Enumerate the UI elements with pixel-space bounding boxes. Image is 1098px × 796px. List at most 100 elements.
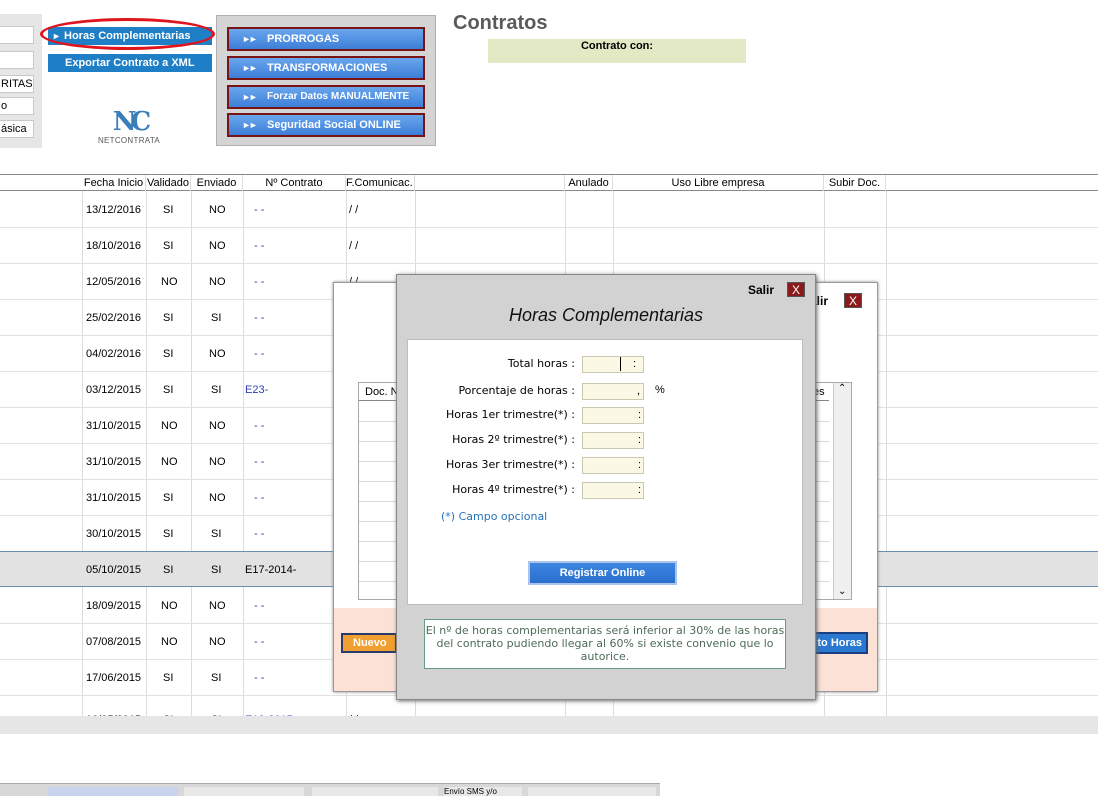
cell-validado: NO	[161, 636, 178, 648]
cell-fecha: 31/10/2015	[86, 456, 142, 468]
porcentaje-horas-input[interactable]: ,	[582, 383, 644, 400]
col-validado[interactable]: Validado	[146, 175, 191, 191]
seguridad-social-label: Seguridad Social ONLINE	[267, 119, 401, 131]
cell-fecha: 04/02/2016	[86, 348, 142, 360]
cell-enviado: NO	[209, 600, 226, 612]
cell-fecha: 03/12/2015	[86, 384, 142, 396]
cell-fecha: 17/06/2015	[86, 672, 142, 684]
left-item-3[interactable]: RITAS	[0, 75, 34, 93]
cell-contrato: - -	[254, 240, 265, 252]
bottom-tab-2[interactable]	[184, 787, 304, 796]
contrato-con-label: Contrato con:	[580, 40, 654, 52]
cell-fecha: 31/10/2015	[86, 420, 142, 432]
trimestre3-sep: :	[638, 459, 642, 471]
cell-enviado: SI	[211, 528, 222, 540]
double-arrow-icon: ►►	[242, 34, 258, 44]
scroll-down-icon[interactable]: ⌄	[838, 586, 846, 597]
left-item-5[interactable]: ásica	[0, 120, 34, 138]
double-arrow-icon: ►►	[242, 92, 258, 102]
logo-text: NETCONTRATA	[97, 136, 161, 145]
horas-1er-trimestre-input[interactable]: :	[582, 407, 644, 424]
col-fecha-inicio[interactable]: Fecha Inicio	[82, 175, 146, 191]
porcentaje-horas-label: Porcentaje de horas :	[458, 384, 575, 397]
cell-fecha: 31/10/2015	[86, 492, 142, 504]
table-row[interactable]: 13/12/2016 SI NO - - / /	[0, 192, 1098, 228]
left-item-2[interactable]	[0, 51, 34, 69]
close-icon[interactable]: X	[787, 282, 805, 297]
registrar-online-button[interactable]: Registrar Online	[528, 561, 677, 585]
cell-fecha: 07/08/2015	[86, 636, 142, 648]
cell-fecha: 13/12/2016	[86, 204, 142, 216]
cell-validado: SI	[163, 204, 174, 216]
cell-fecha: 05/10/2015	[86, 564, 142, 576]
nuevo-button[interactable]: Nuevo	[341, 633, 397, 653]
salir-label[interactable]: Salir	[748, 282, 774, 299]
horas-2-trimestre-input[interactable]: :	[582, 432, 644, 449]
cell-validado: NO	[161, 420, 178, 432]
col-enviado[interactable]: Enviado	[191, 175, 243, 191]
cell-enviado: SI	[211, 312, 222, 324]
bottom-tab-1[interactable]	[48, 787, 178, 796]
cell-contrato: E23-	[245, 384, 269, 396]
horas-2-trimestre-label: Horas 2º trimestre(*) :	[452, 433, 575, 446]
cell-contrato: - -	[254, 456, 265, 468]
cell-validado: SI	[163, 492, 174, 504]
logo-mark: NC	[112, 107, 151, 137]
left-item-1[interactable]	[0, 26, 34, 44]
transformaciones-label: TRANSFORMACIONES	[267, 62, 388, 74]
cell-enviado: NO	[209, 456, 226, 468]
exportar-xml-link[interactable]: Exportar Contrato a XML	[48, 54, 212, 72]
cell-enviado: SI	[211, 672, 222, 684]
col-blank	[415, 175, 565, 191]
horizontal-scrollbar[interactable]	[0, 716, 1098, 734]
doc-list-header: Doc. N	[365, 386, 399, 398]
back-close-icon[interactable]: X	[844, 293, 862, 308]
seguridad-social-button[interactable]: ►► Seguridad Social ONLINE	[227, 113, 425, 137]
col-n-contrato[interactable]: Nº Contrato	[243, 175, 346, 191]
cell-enviado: SI	[211, 564, 222, 576]
text-cursor	[620, 357, 621, 371]
left-item-4[interactable]: o	[0, 97, 34, 115]
horas-4-trimestre-label: Horas 4º trimestre(*) :	[452, 483, 575, 496]
bottom-tab-5[interactable]	[528, 787, 656, 796]
transformaciones-button[interactable]: ►► TRANSFORMACIONES	[227, 56, 425, 80]
prorrogas-button[interactable]: ►► PRORROGAS	[227, 27, 425, 51]
netcontrata-logo: NC NETCONTRATA	[92, 108, 166, 152]
horas-info-note: El nº de horas complementarias será infe…	[424, 619, 786, 669]
col-subir-doc[interactable]: Subir Doc.	[824, 175, 886, 191]
percent-sign: %	[655, 384, 665, 396]
bottom-tab-bar: Envío SMS y/o	[0, 783, 660, 796]
trimestre1-sep: :	[638, 409, 642, 421]
horas-4-trimestre-input[interactable]: :	[582, 482, 644, 499]
table-header: Fecha Inicio Validado Enviado Nº Contrat…	[0, 175, 1098, 191]
cell-contrato: - -	[254, 636, 265, 648]
cell-contrato: - -	[254, 420, 265, 432]
horas-3er-trimestre-label: Horas 3er trimestre(*) :	[445, 458, 575, 471]
scroll-up-icon[interactable]: ⌃	[838, 383, 846, 394]
cell-validado: SI	[163, 384, 174, 396]
left-panel: RITAS o ásica	[0, 14, 42, 148]
cell-fecha: 18/09/2015	[86, 600, 142, 612]
horas-3er-trimestre-input[interactable]: :	[582, 457, 644, 474]
cell-contrato: - -	[254, 528, 265, 540]
table-row[interactable]: 18/10/2016 SI NO - - / /	[0, 228, 1098, 264]
col-anulado[interactable]: Anulado	[565, 175, 613, 191]
horas-1er-trimestre-label: Horas 1er trimestre(*) :	[445, 408, 575, 421]
forzar-datos-button[interactable]: ►► Forzar Datos MANUALMENTE	[227, 85, 425, 109]
dialog-title: Horas Complementarias	[508, 305, 704, 325]
col-uso-libre[interactable]: Uso Libre empresa	[613, 175, 824, 191]
cell-enviado: NO	[209, 420, 226, 432]
bottom-tab-sms[interactable]: Envío SMS y/o	[444, 787, 522, 796]
cell-contrato: - -	[254, 348, 265, 360]
cell-enviado: NO	[209, 240, 226, 252]
total-horas-input[interactable]: :	[582, 356, 644, 373]
cell-enviado: NO	[209, 276, 226, 288]
col-f-comunicac[interactable]: F.Comunicac.	[346, 175, 415, 191]
cell-contrato: - -	[254, 600, 265, 612]
exportar-xml-label: Exportar Contrato a XML	[65, 57, 195, 69]
page-title: Contratos	[453, 12, 548, 34]
cell-validado: SI	[163, 564, 174, 576]
vertical-scrollbar[interactable]: ⌃ ⌄	[833, 383, 851, 599]
cell-contrato: - -	[254, 276, 265, 288]
bottom-tab-3[interactable]	[312, 787, 438, 796]
